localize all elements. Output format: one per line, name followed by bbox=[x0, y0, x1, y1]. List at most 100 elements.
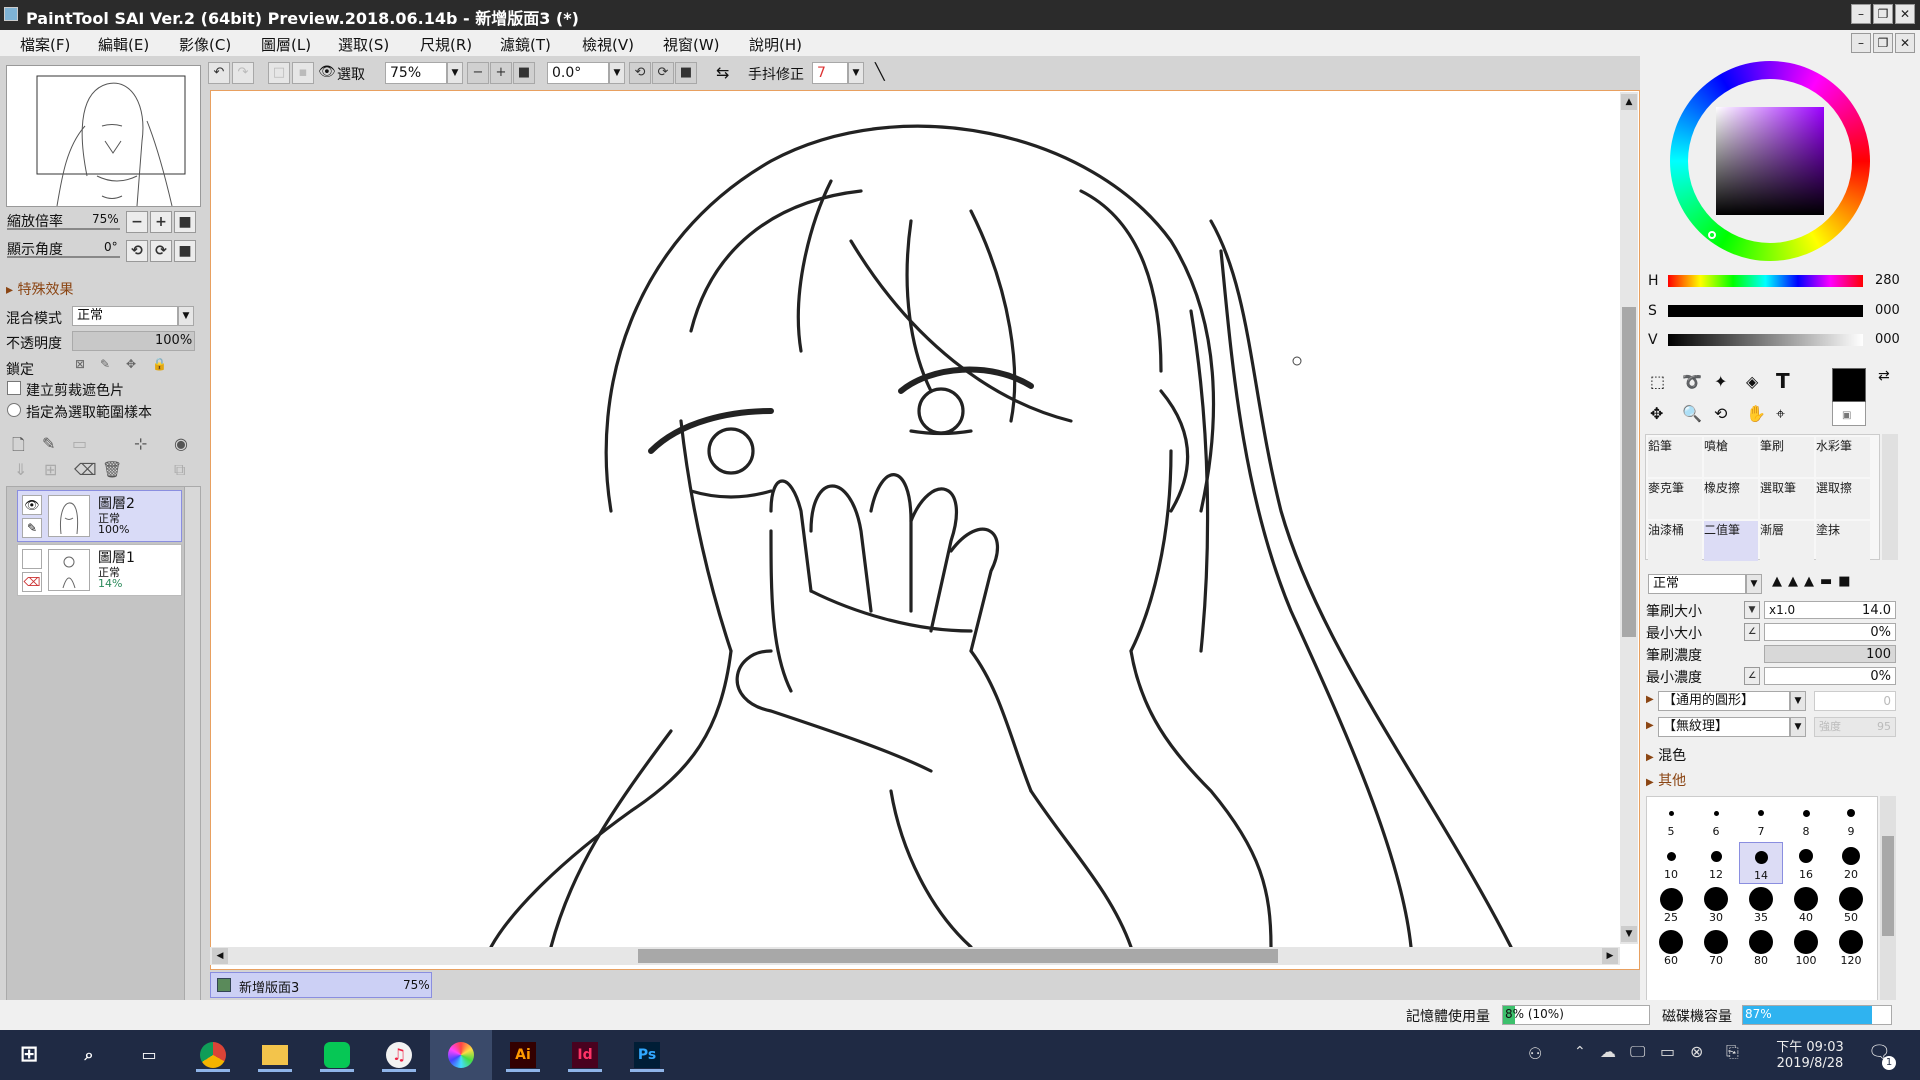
illustrator-icon[interactable]: Ai bbox=[506, 1038, 540, 1072]
nav-zoom-reset-button[interactable]: ■ bbox=[174, 211, 196, 233]
nav-zoom-in-button[interactable]: + bbox=[150, 211, 172, 233]
brush-size-preset[interactable]: 70 bbox=[1694, 928, 1738, 970]
doc-minimize-button[interactable]: – bbox=[1851, 33, 1871, 53]
tool-grid-scrollbar[interactable] bbox=[1882, 434, 1898, 560]
deselect-button[interactable]: □ bbox=[268, 62, 290, 84]
tool-blur[interactable]: 塗抹 bbox=[1816, 521, 1870, 561]
brush-size-preset[interactable]: 20 bbox=[1829, 842, 1873, 884]
clear-layer-icon[interactable]: ⌫ bbox=[74, 460, 97, 479]
brush-size-preset[interactable]: 60 bbox=[1649, 928, 1693, 970]
navigator-zoom-slider[interactable] bbox=[7, 228, 120, 230]
value-slider[interactable] bbox=[1668, 334, 1863, 346]
navigator-preview[interactable] bbox=[6, 65, 201, 207]
tool-select-pen[interactable]: 選取筆 bbox=[1760, 479, 1814, 519]
layer-options-icon[interactable]: ⧉ bbox=[174, 460, 185, 480]
density-slider[interactable]: 100 bbox=[1764, 645, 1896, 663]
swap-colors-icon[interactable]: ⇄ bbox=[1878, 368, 1890, 384]
min-density-slider[interactable]: 0% bbox=[1764, 667, 1896, 685]
brush-size-preset[interactable]: 80 bbox=[1739, 928, 1783, 970]
blend-mode-select[interactable]: 正常 bbox=[72, 306, 178, 326]
brush-size-preset[interactable]: 30 bbox=[1694, 885, 1738, 927]
layer-row[interactable]: ⌫ 圖層1 正常 14% bbox=[17, 544, 182, 596]
rotate-icon[interactable]: ⟲ bbox=[1714, 404, 1727, 423]
scroll-down-arrow-icon[interactable]: ▼ bbox=[1621, 926, 1637, 942]
canvas[interactable] bbox=[210, 90, 1640, 970]
brush-size-preset[interactable]: 5 bbox=[1649, 799, 1693, 841]
nav-zoom-out-button[interactable]: − bbox=[126, 211, 148, 233]
new-layer-icon[interactable]: 🗋 bbox=[12, 434, 25, 461]
close-button[interactable]: ✕ bbox=[1895, 4, 1915, 24]
clock-time[interactable]: 下午 09:03 bbox=[1770, 1036, 1850, 1055]
eraser-icon[interactable]: ⌫ bbox=[22, 572, 42, 592]
color-sv-square[interactable] bbox=[1716, 107, 1824, 215]
lasso-icon[interactable]: ➰ bbox=[1682, 372, 1702, 391]
other-toggle[interactable]: ▶ 其他 bbox=[1646, 770, 1686, 790]
doc-close-button[interactable]: ✕ bbox=[1895, 33, 1915, 53]
brush-texture-select[interactable]: 【無紋理】 bbox=[1658, 717, 1790, 737]
primary-color-swatch[interactable] bbox=[1832, 368, 1866, 402]
redo-button[interactable]: ↷ bbox=[232, 62, 254, 84]
hue-slider[interactable] bbox=[1668, 275, 1863, 287]
brush-size-preset[interactable]: 6 bbox=[1694, 799, 1738, 841]
people-icon[interactable]: ⚇ bbox=[1528, 1044, 1542, 1063]
brush-size-scrollbar[interactable] bbox=[1880, 796, 1896, 1008]
windows-start-icon[interactable]: ⊞ bbox=[12, 1038, 46, 1072]
brush-mode-dropdown[interactable]: ▼ bbox=[1746, 574, 1762, 594]
maximize-button[interactable]: ❐ bbox=[1873, 4, 1893, 24]
clock-date[interactable]: 2019/8/28 bbox=[1770, 1056, 1850, 1071]
layer-visibility-toggle[interactable] bbox=[22, 549, 42, 569]
tool-select-eraser[interactable]: 選取擦 bbox=[1816, 479, 1870, 519]
input-method-icon[interactable]: ⎘ bbox=[1726, 1042, 1739, 1062]
zoom-icon[interactable]: 🔍 bbox=[1682, 404, 1702, 423]
color-wheel[interactable] bbox=[1670, 61, 1870, 261]
hand-icon[interactable]: ✋ bbox=[1746, 404, 1766, 423]
onedrive-icon[interactable]: ☁ bbox=[1600, 1042, 1616, 1061]
brush-size-preset[interactable]: 10 bbox=[1649, 842, 1693, 884]
tool-bucket[interactable]: 油漆桶 bbox=[1648, 521, 1702, 561]
doc-restore-button[interactable]: ❐ bbox=[1873, 33, 1893, 53]
mix-color-toggle[interactable]: ▶ 混色 bbox=[1646, 745, 1686, 765]
menu-edit[interactable]: 編輯(E) bbox=[98, 34, 149, 55]
scroll-left-arrow-icon[interactable]: ◀ bbox=[212, 948, 228, 964]
canvas-vertical-scrollbar[interactable]: ▲ ▼ bbox=[1620, 92, 1638, 944]
painttool-sai-taskbar-button[interactable] bbox=[430, 1030, 492, 1080]
hue-marker[interactable] bbox=[1708, 231, 1716, 239]
brush-shape-amount[interactable]: 0 bbox=[1814, 691, 1896, 711]
brush-size-preset[interactable]: 25 bbox=[1649, 885, 1693, 927]
tool-brush[interactable]: 筆刷 bbox=[1760, 437, 1814, 477]
search-icon[interactable]: ⌕ bbox=[72, 1038, 106, 1072]
stabilizer-field[interactable]: 7 bbox=[812, 62, 848, 84]
brush-size-preset[interactable]: 7 bbox=[1739, 799, 1783, 841]
canvas-horizontal-scrollbar[interactable]: ◀ ▶ bbox=[210, 947, 1620, 965]
nav-rotate-ccw-button[interactable]: ⟲ bbox=[126, 240, 148, 262]
line-tool-icon[interactable]: ╲ bbox=[875, 62, 885, 81]
texture-strength-slider[interactable]: 強度 95 bbox=[1814, 717, 1896, 737]
merge-down-icon[interactable]: ⊞ bbox=[44, 460, 57, 479]
tool-marker[interactable]: 麥克筆 bbox=[1648, 479, 1702, 519]
network-icon[interactable]: 🖵 bbox=[1630, 1042, 1645, 1062]
lock-paint-icon[interactable]: ✎ bbox=[100, 357, 110, 371]
new-folder-icon[interactable]: ▭ bbox=[72, 434, 87, 453]
tool-pencil[interactable]: 鉛筆 bbox=[1648, 437, 1702, 477]
nav-rotate-cw-button[interactable]: ⟳ bbox=[150, 240, 172, 262]
tool-airbrush[interactable]: 噴槍 bbox=[1704, 437, 1758, 477]
line-app-icon[interactable] bbox=[320, 1038, 354, 1072]
menu-image[interactable]: 影像(C) bbox=[179, 34, 231, 55]
angle-field[interactable]: 0.0° bbox=[547, 62, 609, 84]
zoom-reset-button[interactable]: ■ bbox=[513, 62, 535, 84]
brush-size-preset[interactable]: 12 bbox=[1694, 842, 1738, 884]
scroll-right-arrow-icon[interactable]: ▶ bbox=[1602, 948, 1618, 964]
brush-size-preset[interactable]: 9 bbox=[1829, 799, 1873, 841]
brush-size-preset[interactable]: 14 bbox=[1739, 842, 1783, 884]
battery-icon[interactable]: ▭ bbox=[1660, 1042, 1675, 1061]
min-size-pressure-toggle[interactable]: ∠ bbox=[1744, 623, 1760, 641]
zoom-dropdown[interactable]: ▼ bbox=[447, 62, 463, 84]
zoom-in-button[interactable]: + bbox=[490, 62, 512, 84]
menu-file[interactable]: 檔案(F) bbox=[20, 34, 70, 55]
rotate-reset-button[interactable]: ■ bbox=[675, 62, 697, 84]
magic-wand-icon[interactable]: ✦ bbox=[1714, 372, 1727, 391]
layer-list-scrollbar[interactable] bbox=[184, 487, 200, 1050]
brush-size-dropdown[interactable]: ▼ bbox=[1744, 601, 1760, 619]
chrome-icon[interactable] bbox=[196, 1038, 230, 1072]
flip-icon[interactable]: ⇆ bbox=[716, 63, 729, 82]
